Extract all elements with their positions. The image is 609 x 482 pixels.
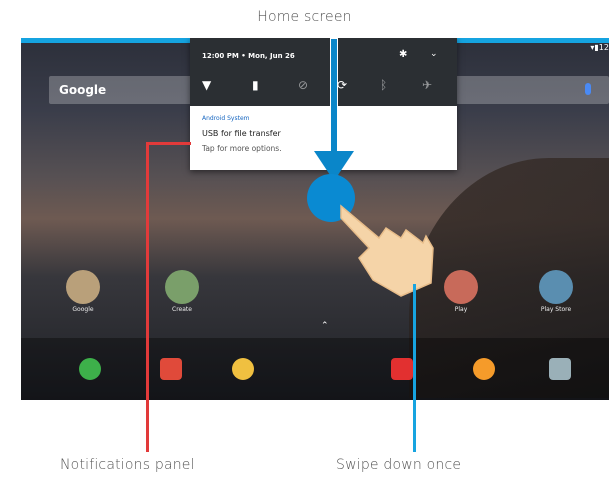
bluetooth-icon[interactable]: ᛒ — [380, 78, 387, 92]
expand-chevron-icon[interactable]: ⌄ — [430, 49, 438, 59]
dock — [21, 338, 609, 400]
camera-icon[interactable] — [549, 358, 571, 380]
app-label: Google — [72, 306, 94, 313]
gear-icon[interactable]: ✱ — [399, 49, 407, 60]
pointer-line-blue-vertical — [413, 284, 416, 452]
app-label: Play — [454, 306, 468, 313]
app-play-folder[interactable]: Play — [441, 270, 481, 313]
app-label: Play Store — [540, 306, 572, 313]
app-drawer-chevron-icon[interactable]: ⌃ — [321, 321, 329, 331]
swipe-arrow-shaft — [330, 38, 338, 158]
mic-icon[interactable] — [585, 83, 591, 95]
notification-title: USB for file transfer — [202, 129, 281, 138]
photos-icon[interactable] — [473, 358, 495, 380]
hangouts-icon[interactable] — [79, 358, 101, 380]
play-store-icon — [539, 270, 573, 304]
airplane-icon[interactable]: ✈ — [422, 78, 432, 92]
google-folder-icon — [66, 270, 100, 304]
pointer-line-red-vertical — [146, 142, 149, 452]
app-create-folder[interactable]: Create — [162, 270, 202, 313]
battery-icon[interactable]: ▮ — [252, 78, 259, 92]
create-folder-icon — [165, 270, 199, 304]
tablet-screen: ▾▮12 Google Google Create Play Play Stor… — [21, 38, 609, 400]
gmail-icon[interactable] — [160, 358, 182, 380]
status-icons: ▾▮12 — [590, 43, 609, 52]
home-screen-caption: Home screen — [257, 9, 352, 25]
app-google-folder[interactable]: Google — [63, 270, 103, 313]
dnd-icon[interactable]: ⊘ — [298, 78, 308, 92]
notification-app-name: Android System — [202, 115, 250, 122]
youtube-icon[interactable] — [391, 358, 413, 380]
pointer-line-red-horizontal — [146, 142, 191, 145]
swipe-down-caption: Swipe down once — [336, 457, 462, 473]
wifi-icon[interactable]: ▼ — [202, 78, 211, 92]
play-folder-icon — [444, 270, 478, 304]
app-label: Create — [172, 306, 192, 313]
hand-gesture-icon — [340, 204, 434, 297]
google-logo: Google — [59, 83, 107, 97]
app-play-store[interactable]: Play Store — [536, 270, 576, 313]
notification-subtitle: Tap for more options. — [202, 144, 282, 153]
auto-rotate-icon[interactable]: ⟳ — [337, 78, 347, 92]
chrome-icon[interactable] — [232, 358, 254, 380]
notifications-panel-caption: Notifications panel — [60, 457, 195, 473]
panel-time-date: 12:00 PM • Mon, Jun 26 — [202, 52, 295, 60]
